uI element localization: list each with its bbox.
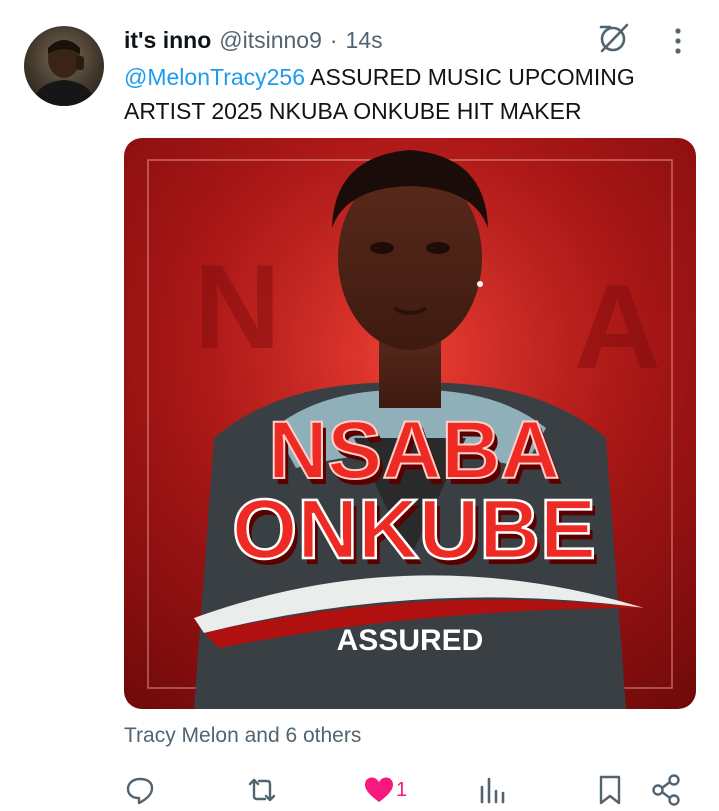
retweet-button[interactable] — [245, 770, 279, 810]
display-name[interactable]: it's inno — [124, 27, 211, 54]
views-icon — [480, 777, 505, 804]
share-button[interactable] — [651, 770, 681, 810]
poster-title-line2: ONKUBE — [232, 482, 596, 576]
more-icon[interactable] — [668, 26, 688, 56]
action-bar: 1 — [0, 770, 719, 811]
poster-artist: ASSURED — [337, 624, 484, 657]
reply-button[interactable] — [124, 770, 156, 810]
share-icon — [652, 774, 680, 806]
reply-icon — [126, 777, 154, 805]
svg-text:A: A — [574, 260, 661, 394]
heart-icon — [365, 777, 393, 802]
svg-text:N: N — [194, 240, 281, 374]
mention-link[interactable]: @MelonTracy256 — [124, 64, 305, 90]
views-button[interactable] — [478, 770, 506, 810]
poster-artwork: N A NSABA NSABA ONKUBE ONKUBE ASSURED — [124, 138, 696, 709]
like-button[interactable]: 1 — [364, 770, 407, 810]
retweet-icon — [248, 778, 276, 802]
grok-icon[interactable] — [596, 20, 632, 56]
avatar-photo — [32, 40, 96, 106]
separator-dot: · — [329, 26, 338, 53]
user-handle[interactable]: @itsinno9 — [219, 27, 322, 54]
like-count: 1 — [396, 778, 408, 801]
bookmark-icon — [599, 775, 621, 805]
tweet-text: @MelonTracy256 ASSURED MUSIC UPCOMING AR… — [124, 60, 699, 128]
liked-by-text[interactable]: Tracy Melon and 6 others — [124, 724, 361, 748]
bookmark-button[interactable] — [597, 770, 623, 810]
avatar[interactable] — [24, 26, 104, 106]
timestamp[interactable]: 14s — [346, 27, 383, 54]
tweet-media[interactable]: N A NSABA NSABA ONKUBE ONKUBE ASSURED — [124, 138, 696, 709]
